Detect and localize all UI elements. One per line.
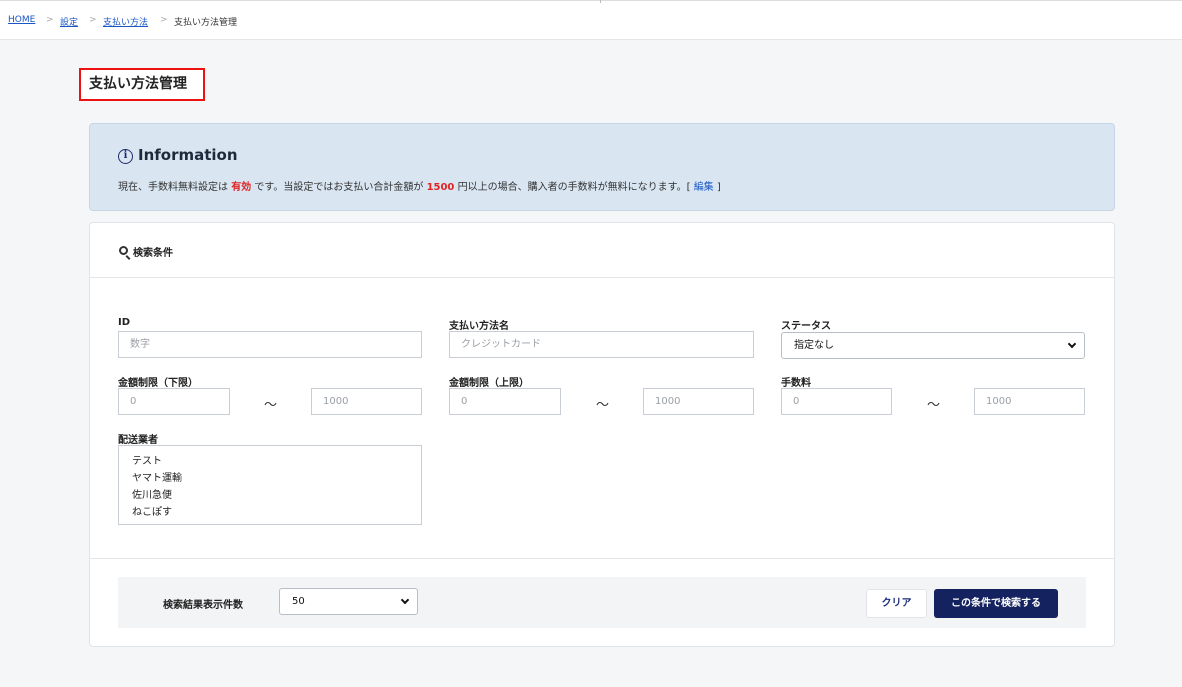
status-label: ステータス bbox=[781, 321, 831, 332]
free-fee-status: 有効 bbox=[231, 182, 252, 193]
search-card-header: 検索条件 bbox=[90, 223, 1114, 278]
info-text-2: です。当設定ではお支払い合計金額が bbox=[254, 182, 424, 193]
info-text-4: ] bbox=[716, 182, 721, 193]
search-footer: 検索結果表示件数 50 クリア この条件で検索する bbox=[118, 577, 1086, 628]
page-title: 支払い方法管理 bbox=[89, 76, 187, 92]
result-count-label: 検索結果表示件数 bbox=[163, 600, 243, 611]
info-text-3: 円以上の場合、購入者の手数料が無料になります。[ bbox=[457, 182, 691, 193]
id-label: ID bbox=[118, 317, 131, 328]
amount-min-from-input[interactable] bbox=[118, 388, 230, 415]
free-fee-amount: 1500 bbox=[426, 182, 455, 193]
amount-min-to-input[interactable] bbox=[311, 388, 422, 415]
range-separator: ～ bbox=[596, 398, 610, 413]
breadcrumb-payment-link[interactable]: 支払い方法 bbox=[103, 15, 148, 28]
breadcrumb-home-link[interactable]: HOME bbox=[8, 15, 35, 25]
chevron-down-icon bbox=[400, 595, 410, 605]
delivery-label: 配送業者 bbox=[118, 435, 158, 446]
status-select[interactable]: 指定なし bbox=[781, 332, 1085, 359]
information-title: Information bbox=[138, 146, 238, 164]
clear-button[interactable]: クリア bbox=[866, 589, 927, 618]
breadcrumb-separator: > bbox=[89, 15, 97, 25]
amount-min-label: 金額制限（下限） bbox=[118, 378, 198, 389]
divider-tick bbox=[600, 0, 601, 3]
amount-max-from-input[interactable] bbox=[449, 388, 561, 415]
delivery-option[interactable]: ヤマト運輸 bbox=[119, 470, 421, 487]
search-card: 検索条件 ID 支払い方法名 ステータス 指定なし 金額制限（下限） ～ 金額制… bbox=[89, 222, 1115, 647]
info-icon: i bbox=[118, 149, 133, 164]
delivery-option[interactable]: 佐川急便 bbox=[119, 487, 421, 504]
search-button[interactable]: この条件で検索する bbox=[934, 589, 1058, 618]
result-count-select[interactable]: 50 bbox=[279, 588, 418, 615]
delivery-option[interactable]: テスト bbox=[119, 453, 421, 470]
page-title-box: 支払い方法管理 bbox=[79, 68, 205, 101]
fee-to-input[interactable] bbox=[974, 388, 1085, 415]
chevron-down-icon bbox=[1067, 339, 1077, 349]
breadcrumb-bar: HOME > 設定 > 支払い方法 > 支払い方法管理 bbox=[0, 0, 1182, 40]
status-select-value: 指定なし bbox=[794, 340, 834, 351]
card-divider bbox=[90, 558, 1114, 559]
range-separator: ～ bbox=[264, 398, 278, 413]
information-text: 現在、手数料無料設定は 有効 です。当設定ではお支払い合計金額が 1500 円以… bbox=[118, 178, 721, 193]
search-card-title: 検索条件 bbox=[133, 248, 173, 259]
method-name-input[interactable] bbox=[449, 331, 754, 358]
delivery-listbox[interactable]: テスト ヤマト運輸 佐川急便 ねこぽす bbox=[118, 445, 422, 525]
amount-max-label: 金額制限（上限） bbox=[449, 378, 529, 389]
id-input[interactable] bbox=[118, 331, 422, 358]
breadcrumb-settings-link[interactable]: 設定 bbox=[60, 15, 78, 28]
info-text-1: 現在、手数料無料設定は bbox=[118, 182, 228, 193]
edit-link[interactable]: 編集 bbox=[694, 182, 714, 193]
search-icon bbox=[119, 246, 128, 255]
breadcrumb-current: 支払い方法管理 bbox=[174, 18, 238, 28]
result-count-value: 50 bbox=[292, 596, 305, 607]
breadcrumb-separator: > bbox=[160, 15, 168, 25]
amount-max-to-input[interactable] bbox=[643, 388, 754, 415]
delivery-option[interactable]: ねこぽす bbox=[119, 504, 421, 521]
fee-from-input[interactable] bbox=[781, 388, 892, 415]
fee-label: 手数料 bbox=[781, 378, 811, 389]
range-separator: ～ bbox=[927, 398, 941, 413]
breadcrumb-separator: > bbox=[46, 15, 54, 25]
method-name-label: 支払い方法名 bbox=[449, 321, 509, 332]
information-panel: i Information 現在、手数料無料設定は 有効 です。当設定ではお支払… bbox=[89, 123, 1115, 211]
